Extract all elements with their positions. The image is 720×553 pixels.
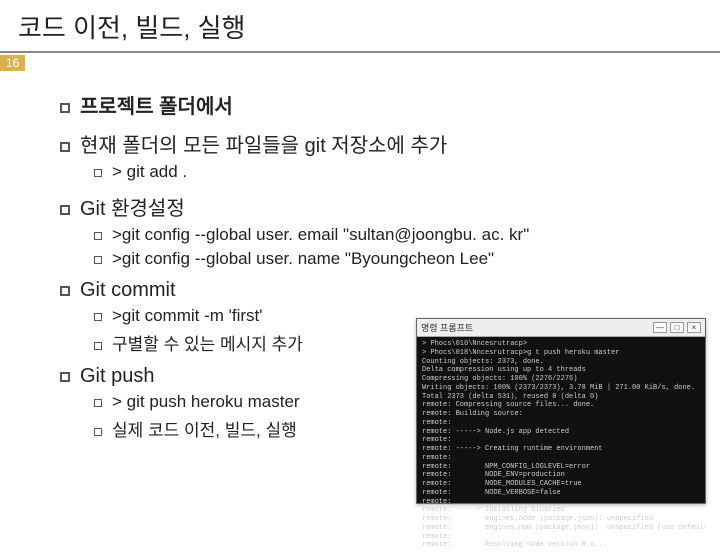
square-bullet-icon [60, 372, 70, 382]
section-heading: Git commit [80, 279, 176, 302]
square-bullet-icon [60, 103, 70, 113]
terminal-body: > Phocs\010\Nncesrutracp> > Phocs\018\Nn… [417, 337, 705, 553]
section-heading: Git push [80, 365, 154, 388]
subitem-text: >git config --global user. name "Byoungc… [112, 249, 494, 269]
subitem-text: 구별할 수 있는 메시지 추가 [112, 330, 303, 355]
square-small-bullet-icon [94, 169, 102, 177]
square-small-bullet-icon [94, 313, 102, 321]
terminal-titlebar: 명령 프롬프트 — □ × [417, 319, 705, 337]
square-bullet-icon [60, 205, 70, 215]
section-heading: 현재 폴더의 모든 파일들을 git 저장소에 추가 [80, 129, 447, 158]
section: 프로젝트 폴더에서 [60, 90, 720, 119]
square-small-bullet-icon [94, 428, 102, 436]
square-small-bullet-icon [94, 342, 102, 350]
square-bullet-icon [60, 286, 70, 296]
maximize-icon: □ [670, 322, 684, 333]
square-small-bullet-icon [94, 232, 102, 240]
terminal-screenshot: 명령 프롬프트 — □ × > Phocs\010\Nncesrutracp> … [416, 318, 706, 504]
section-heading-row: 프로젝트 폴더에서 [60, 90, 720, 119]
section-heading-row: Git 환경설정 [60, 192, 720, 221]
section: Git 환경설정 >git config --global user. email… [60, 192, 720, 269]
close-icon: × [687, 322, 701, 333]
subitem: > git add . [94, 162, 720, 182]
section-heading: Git 환경설정 [80, 192, 185, 221]
subitem-text: >git config --global user. email "sultan… [112, 225, 529, 245]
subitem-row: >git config --global user. email "sultan… [94, 225, 720, 245]
subitem-text: > git add . [112, 162, 187, 182]
terminal-title: 명령 프롬프트 [421, 321, 473, 334]
subitem: >git config --global user. email "sultan… [94, 225, 720, 245]
section: 현재 폴더의 모든 파일들을 git 저장소에 추가 > git add . [60, 129, 720, 182]
square-small-bullet-icon [94, 399, 102, 407]
square-small-bullet-icon [94, 256, 102, 264]
square-bullet-icon [60, 142, 70, 152]
section-heading-row: 현재 폴더의 모든 파일들을 git 저장소에 추가 [60, 129, 720, 158]
subitem-text: > git push heroku master [112, 392, 300, 412]
minimize-icon: — [653, 322, 667, 333]
subitem-row: > git add . [94, 162, 720, 182]
subitem: >git config --global user. name "Byoungc… [94, 249, 720, 269]
subitem-text: 실제 코드 이전, 빌드, 실행 [112, 416, 297, 441]
subitem-row: >git config --global user. name "Byoungc… [94, 249, 720, 269]
section-heading-row: Git commit [60, 279, 720, 302]
subitem-text: >git commit -m 'first' [112, 306, 263, 326]
page-number-badge: 16 [0, 55, 25, 71]
slide-title: 코드 이전, 빌드, 실행 [0, 0, 720, 53]
section-heading: 프로젝트 폴더에서 [80, 90, 233, 119]
